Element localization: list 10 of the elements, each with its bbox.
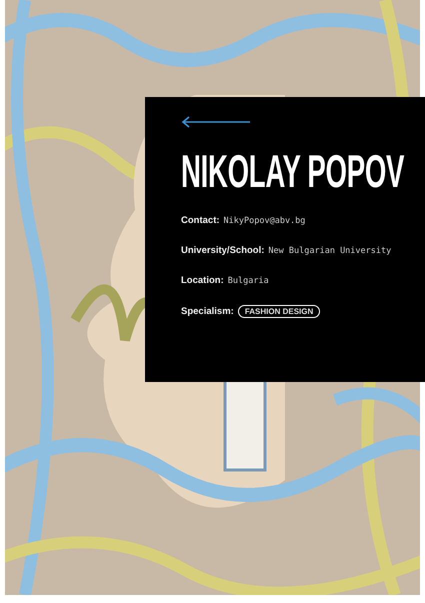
profile-name: NIKOLAY POPOV	[181, 149, 404, 193]
field-label: University/School:	[181, 245, 264, 256]
field-label: Location:	[181, 275, 224, 286]
back-arrow-button[interactable]	[181, 116, 251, 128]
field-label: Specialism:	[181, 306, 234, 317]
field-value: NikyPopov@abv.bg	[224, 216, 306, 226]
field-value: Bulgaria	[228, 276, 269, 286]
specialism-tag: FASHION DESIGN	[238, 305, 320, 318]
field-value: New Bulgarian University	[268, 246, 392, 256]
field-label: Contact:	[181, 215, 220, 226]
